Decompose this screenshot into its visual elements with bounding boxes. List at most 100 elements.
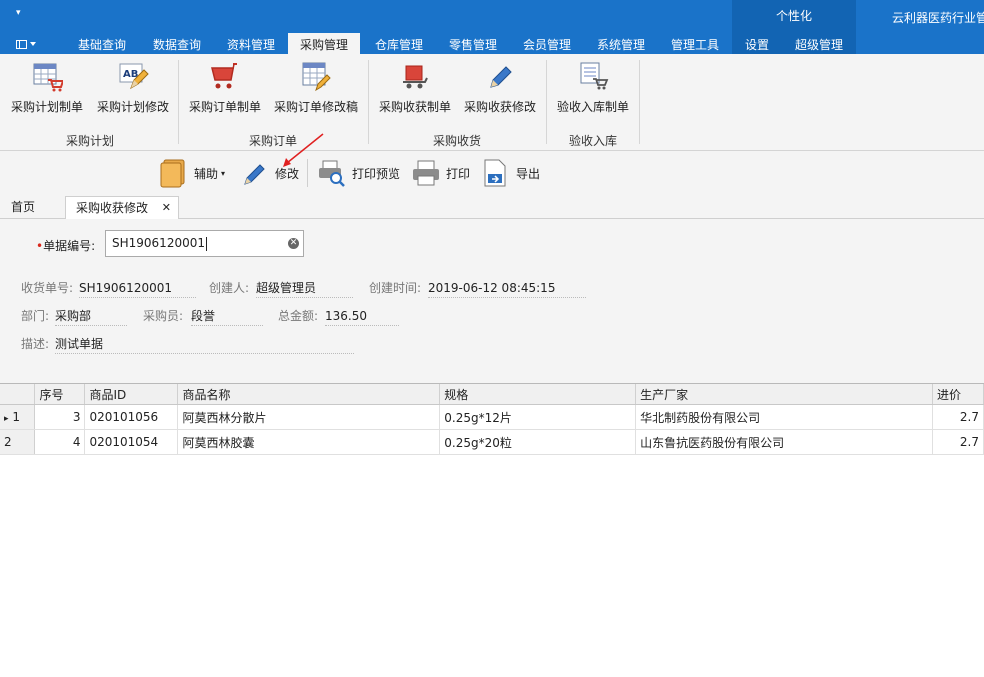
doc-no-label: •单据编号:: [36, 237, 95, 254]
context-group-label: 个性化: [775, 9, 812, 23]
cell-manufacturer[interactable]: 华北制药股份有限公司: [635, 404, 933, 430]
file-menu-icon: [16, 39, 27, 49]
ribbon-button-label: 采购订单修改稿: [273, 100, 358, 114]
column-header-product-name[interactable]: 商品名称: [177, 384, 441, 405]
purchase-plan-edit-button[interactable]: AB 采购计划修改: [92, 60, 174, 124]
tab-member-management[interactable]: 会员管理: [515, 33, 579, 54]
table-row[interactable]: 2 4 020101054 阿莫西林胶囊 0.25g*20粒 山东鲁抗医药股份有…: [0, 429, 984, 455]
ribbon-button-label: 采购计划修改: [96, 100, 169, 114]
column-header-spec[interactable]: 规格: [439, 384, 637, 405]
tab-home[interactable]: 首页: [11, 196, 35, 218]
tab-data-query[interactable]: 数据查询: [145, 33, 209, 54]
buyer-label: 采购员:: [143, 309, 184, 323]
text-caret: [206, 236, 207, 251]
clear-icon[interactable]: ✕: [288, 238, 299, 249]
cell-seq[interactable]: 4: [34, 429, 86, 455]
ribbon-button-label: 验收入库制单: [556, 100, 629, 114]
tab-basic-query[interactable]: 基础查询: [70, 33, 134, 54]
tab-label: 采购收获修改: [76, 201, 149, 215]
item-table: 序号 商品ID 商品名称 规格 生产厂家 进价 ▸ 1 3 020101056 …: [0, 384, 984, 455]
ribbon-separator: [368, 60, 369, 144]
pencil-icon: [484, 60, 516, 92]
document-header-form: •单据编号: SH1906120001 ✕ 收货单号: SH1906120001…: [0, 219, 984, 383]
column-header-price[interactable]: 进价: [932, 384, 984, 405]
tab-management-tools[interactable]: 管理工具: [663, 33, 727, 54]
cart-box-icon: [399, 60, 431, 92]
creator-value: 超级管理员: [256, 279, 353, 298]
tab-settings[interactable]: 设置: [737, 33, 777, 54]
tab-super-management[interactable]: 超级管理: [787, 33, 851, 54]
spreadsheet-cart-icon: [31, 60, 65, 92]
ribbon-separator: [639, 60, 640, 144]
column-header-manufacturer[interactable]: 生产厂家: [635, 384, 933, 405]
tab-system-management[interactable]: 系统管理: [589, 33, 653, 54]
total-amount-label: 总金额:: [278, 309, 319, 323]
tab-retail-management[interactable]: 零售管理: [441, 33, 505, 54]
row-header[interactable]: ▸ 1: [0, 404, 36, 430]
cell-seq[interactable]: 3: [34, 404, 86, 430]
cell-product-id[interactable]: 020101054: [84, 429, 179, 455]
cell-spec[interactable]: 0.25g*12片: [439, 404, 637, 430]
column-header-product-id[interactable]: 商品ID: [84, 384, 179, 405]
printer-icon: [413, 160, 439, 186]
edit-button[interactable]: 修改: [243, 157, 299, 189]
column-header-seq[interactable]: 序号: [34, 384, 86, 405]
document-toolbar: 辅助 ▾ 修改 打印预览 打印 导出: [0, 151, 984, 196]
app-title: 云利器医药行业管: [892, 11, 984, 25]
purchase-order-create-button[interactable]: 采购订单制单: [184, 60, 266, 124]
total-amount-value: 136.50: [325, 307, 399, 326]
ribbon-button-label: 采购收获制单: [378, 100, 451, 114]
dept-label: 部门:: [21, 309, 50, 323]
item-grid: 序号 商品ID 商品名称 规格 生产厂家 进价 ▸ 1 3 020101056 …: [0, 383, 984, 677]
purchase-receipt-edit-button[interactable]: 采购收获修改: [459, 60, 541, 124]
table-row[interactable]: ▸ 1 3 020101056 阿莫西林分散片 0.25g*12片 华北制药股份…: [0, 404, 984, 430]
row-number: 1: [12, 410, 20, 424]
cell-manufacturer[interactable]: 山东鲁抗医药股份有限公司: [635, 429, 933, 455]
print-preview-label: 打印预览: [352, 166, 401, 181]
purchase-plan-create-button[interactable]: 采购计划制单: [6, 60, 88, 124]
close-icon[interactable]: ✕: [162, 197, 171, 219]
purchase-receipt-create-button[interactable]: 采购收获制单: [374, 60, 456, 124]
doc-no-input[interactable]: SH1906120001 ✕: [105, 230, 304, 257]
buyer-value: 段誉: [191, 307, 263, 326]
created-time-label: 创建时间:: [369, 281, 422, 295]
tab-warehouse-management[interactable]: 仓库管理: [367, 33, 431, 54]
chevron-down-icon: ▾: [221, 168, 226, 178]
tab-purchase-management[interactable]: 采购管理: [288, 33, 360, 54]
dept-value: 采购部: [55, 307, 127, 326]
inspection-stockin-create-button[interactable]: 验收入库制单: [552, 60, 634, 124]
export-button[interactable]: 导出: [482, 157, 540, 189]
doc-no-label-text: 单据编号:: [43, 239, 96, 253]
cell-price[interactable]: 2.7: [932, 429, 984, 455]
purchase-order-draft-edit-button[interactable]: 采购订单修改稿: [270, 60, 362, 124]
cell-product-name[interactable]: 阿莫西林胶囊: [177, 429, 441, 455]
print-preview-button[interactable]: 打印预览: [318, 157, 400, 189]
ribbon-group-label: 采购计划: [65, 134, 114, 148]
receipt-no-value: SH1906120001: [79, 279, 196, 298]
receipt-no-label: 收货单号:: [21, 281, 74, 295]
ab-pencil-icon: AB: [117, 60, 149, 92]
cell-spec[interactable]: 0.25g*20粒: [439, 429, 637, 455]
ribbon-separator: [178, 60, 179, 144]
quick-access-dropdown-icon[interactable]: ▾: [16, 8, 21, 18]
chevron-down-icon: [30, 42, 36, 46]
ribbon-group-label: 采购收货: [432, 134, 481, 148]
row-header[interactable]: 2: [0, 429, 36, 455]
ribbon-group-label: 采购订单: [248, 134, 297, 148]
tab-purchase-receipt-edit[interactable]: 采购收获修改 ✕: [65, 196, 179, 219]
print-preview-icon: [319, 160, 345, 187]
toolbar-separator: [307, 159, 308, 187]
shopping-cart-icon: [209, 60, 241, 92]
assist-dropdown-button[interactable]: 辅助 ▾: [160, 157, 225, 189]
cell-product-name[interactable]: 阿莫西林分散片: [177, 404, 441, 430]
assist-label: 辅助: [194, 166, 219, 181]
print-button[interactable]: 打印: [412, 157, 470, 189]
cell-product-id[interactable]: 020101056: [84, 404, 179, 430]
creator-label: 创建人:: [209, 281, 250, 295]
tab-data-management[interactable]: 资料管理: [219, 33, 283, 54]
description-label: 描述:: [21, 337, 50, 351]
file-menu-button[interactable]: [16, 37, 46, 51]
document-tab-bar: 首页 采购收获修改 ✕: [0, 196, 984, 219]
cell-price[interactable]: 2.7: [932, 404, 984, 430]
ribbon-separator: [546, 60, 547, 144]
